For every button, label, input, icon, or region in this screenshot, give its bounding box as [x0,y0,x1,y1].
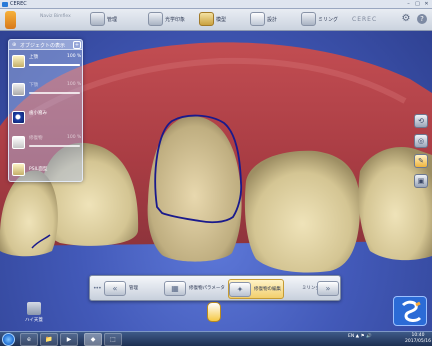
edit-restoration-icon: ✦ [229,282,251,297]
window-title: CEREC [10,1,27,7]
brand-label: CEREC [352,16,378,23]
sirona-mark-icon [401,300,422,322]
view-tool-icon[interactable]: ◎ [414,134,428,148]
object-label: 修復物 [29,136,43,141]
slider-fill [29,92,80,94]
phase-label: ミリング [318,17,339,23]
settings-gear-icon[interactable]: ⚙ [400,12,412,26]
more-options-button[interactable]: ••• [93,285,102,292]
close-button[interactable]: ✕ [422,0,431,9]
step-milling[interactable]: ミリング » [286,279,340,299]
object-item-upper-jaw[interactable]: 上顎 100 % [12,53,82,77]
tooth-central-incisor [244,150,360,273]
admin-icon [90,12,105,26]
cerec-logo-icon[interactable] [5,11,16,29]
minimize-button[interactable]: – [404,0,413,9]
object-label: 歯小窩み [29,111,47,116]
step-label: 修復物の編集 [254,287,281,292]
milling-icon [301,12,316,26]
phase-label: 管理 [107,17,118,23]
pin-icon[interactable]: ⊕ [12,42,16,48]
object-item-psil[interactable]: PSIL面型 [12,161,82,185]
back-chevrons-icon: « [104,281,126,296]
bottom-left-tool-icon[interactable] [27,302,41,315]
phase-label: 設計 [267,17,278,23]
tooth-selector-button[interactable] [207,302,221,322]
step-label: 管理 [129,286,138,291]
lower-jaw-icon [12,83,25,96]
step-label: 修復物パラメータ [189,286,225,291]
taskbar-app-icon[interactable]: ⬚ [104,333,122,346]
taskbar-ie-icon[interactable]: e [20,333,38,346]
opacity-value: 100 % [67,135,82,140]
object-display-panel: ⊕ オブジェクトの表示 + 上顎 100 % 下顎 100 % 歯小窩み 修復物… [8,39,83,182]
panel-toggle-button[interactable]: + [73,41,81,49]
windows-taskbar: e 📁 ▶ ◆ ⬚ EN ▲ ⚑ 🔊 10:40 2017/05/16 [0,331,432,346]
cerec-app-window: CEREC – □ ✕ Naviz Bimflex 管理 光学印象 模型 設計 … [0,0,432,346]
screenshot-tool-icon[interactable]: ▣ [414,174,428,188]
psil-icon [12,163,25,176]
step-edit-restoration[interactable]: ✦ 修復物の編集 [228,279,284,299]
maximize-button[interactable]: □ [413,0,422,9]
object-item-lower-jaw[interactable]: 下顎 100 % [12,81,82,105]
panel-title: オブジェクトの表示 [20,43,66,49]
clock-date: 2017/05/16 [405,339,431,344]
help-icon[interactable]: ? [417,14,427,24]
restoration-icon [12,136,25,149]
opacity-slider[interactable] [29,145,80,147]
phase-bar: Naviz Bimflex 管理 光学印象 模型 設計 ミリング CEREC ⚙… [0,9,432,31]
sirona-logo-icon[interactable] [393,296,427,326]
phase-label: 模型 [216,17,227,23]
phase-label: 光学印象 [165,17,186,23]
bottom-left-label: ハイ天蓋 [25,318,43,323]
step-restoration-parameters[interactable]: ▦ 修復物パラメータ [164,279,226,299]
taskbar-explorer-icon[interactable]: 📁 [40,333,58,346]
edit-tool-icon[interactable]: ✎ [414,154,428,168]
opacity-slider[interactable] [29,64,80,66]
upper-jaw-icon [12,55,25,68]
design-step-bar: ••• « 管理 ▦ 修復物パラメータ ✦ 修復物の編集 ミリング » [89,275,341,301]
slider-fill [29,64,80,66]
rotate-tool-icon[interactable]: ⟲ [414,114,428,128]
clock[interactable]: 10:40 2017/05/16 [405,333,431,345]
opacity-slider[interactable] [29,92,80,94]
app-icon [2,2,8,7]
object-label: 上顎 [29,55,38,60]
slider-fill [29,145,80,147]
step-back-admin[interactable]: « 管理 [104,279,164,299]
object-item-preparation[interactable]: 歯小窩み [12,109,82,133]
opacity-value: 100 % [67,54,82,59]
start-button[interactable] [2,333,15,346]
forward-chevrons-icon: » [317,281,339,296]
object-label: 下顎 [29,83,38,88]
model-icon [199,12,214,26]
panel-header: ⊕ オブジェクトの表示 + [9,40,82,50]
window-title-bar: CEREC – □ ✕ [0,0,432,9]
object-item-restoration[interactable]: 修復物 100 % [12,134,82,158]
acquisition-icon [148,12,163,26]
taskbar-cerec-icon[interactable]: ◆ [84,333,102,346]
restoration-parameters-icon: ▦ [164,281,186,296]
patient-name: Naviz Bimflex [40,14,71,19]
taskbar-media-icon[interactable]: ▶ [60,333,78,346]
design-icon [250,12,265,26]
opacity-value: 100 % [67,82,82,87]
system-tray[interactable]: EN ▲ ⚑ 🔊 [348,334,372,339]
preparation-icon [12,111,25,124]
object-label: PSIL面型 [29,167,48,172]
